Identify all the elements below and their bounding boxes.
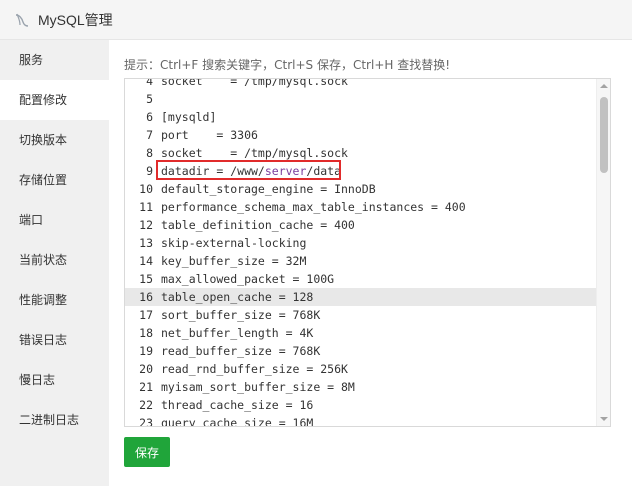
mysql-logo-icon	[12, 10, 32, 30]
window-title: MySQL管理	[38, 11, 113, 28]
line-number: 14	[139, 254, 153, 268]
config-editor[interactable]: 4 socket = /tmp/mysql.sock 5 6 [mysqld] 7p…	[124, 78, 611, 427]
sidebar-item-switch-version[interactable]: 切换版本	[0, 120, 109, 160]
line-number: 22	[139, 398, 153, 412]
shortcut-hint: 提示：Ctrl+F 搜索关键字，Ctrl+S 保存，Ctrl+H 查找替换!	[124, 58, 451, 72]
code-line-active[interactable]: 16 table_open_cache = 128	[125, 288, 610, 306]
line-number: 15	[139, 272, 153, 286]
line-text[interactable]: port = 3306	[161, 126, 610, 144]
code-line[interactable]: 19 read_buffer_size = 768K	[125, 342, 610, 360]
line-text[interactable]: datadir = /www/server/data	[156, 160, 610, 180]
datadir-path-segment: server	[264, 164, 307, 178]
sidebar-item-performance[interactable]: 性能调整	[0, 280, 109, 320]
scroll-down-arrow-icon[interactable]	[597, 412, 610, 426]
code-line[interactable]: 12 table_definition_cache = 400	[125, 216, 610, 234]
line-number: 18	[139, 326, 153, 340]
line-text[interactable]: myisam_sort_buffer_size = 8M	[161, 378, 610, 396]
line-text[interactable]: table_definition_cache = 400	[161, 216, 610, 234]
sidebar-item-status[interactable]: 当前状态	[0, 240, 109, 280]
line-text[interactable]: performance_schema_max_table_instances =…	[161, 198, 610, 216]
code-line[interactable]: 13 skip-external-locking	[125, 234, 610, 252]
line-text[interactable]: read_rnd_buffer_size = 256K	[161, 360, 610, 378]
code-line[interactable]: 8 socket = /tmp/mysql.sock	[125, 144, 610, 162]
code-line[interactable]: 23 query_cache_size = 16M	[125, 414, 610, 427]
line-text[interactable]: skip-external-locking	[161, 234, 610, 252]
line-text[interactable]: max_allowed_packet = 100G	[161, 270, 610, 288]
line-text[interactable]: [mysqld]	[161, 108, 610, 126]
code-line[interactable]: 4 socket = /tmp/mysql.sock	[125, 78, 610, 90]
line-text[interactable]: net_buffer_length = 4K	[161, 324, 610, 342]
line-number: 11	[139, 200, 153, 214]
line-text[interactable]: thread_cache_size = 16	[161, 396, 610, 414]
code-line[interactable]: 14 key_buffer_size = 32M	[125, 252, 610, 270]
sidebar-item-binlog[interactable]: 二进制日志	[0, 400, 109, 440]
save-button[interactable]: 保存	[124, 437, 170, 467]
line-number: 21	[139, 380, 153, 394]
line-number: 19	[139, 344, 153, 358]
code-line[interactable]: 15 max_allowed_packet = 100G	[125, 270, 610, 288]
sidebar-item-error-log[interactable]: 错误日志	[0, 320, 109, 360]
line-number: 7	[146, 128, 153, 142]
code-line[interactable]: 17 sort_buffer_size = 768K	[125, 306, 610, 324]
line-number: 8	[146, 146, 153, 160]
sidebar-item-storage-location[interactable]: 存储位置	[0, 160, 109, 200]
line-number: 5	[146, 92, 153, 106]
main-panel: 提示：Ctrl+F 搜索关键字，Ctrl+S 保存，Ctrl+H 查找替换! 4…	[109, 40, 632, 486]
datadir-key: datadir = /www/	[161, 164, 265, 178]
line-text[interactable]	[161, 90, 610, 108]
line-number: 12	[139, 218, 153, 232]
line-text[interactable]: default_storage_engine = InnoDB	[161, 180, 610, 198]
sidebar-item-slow-log[interactable]: 慢日志	[0, 360, 109, 400]
code-line[interactable]: 22 thread_cache_size = 16	[125, 396, 610, 414]
code-line[interactable]: 10 default_storage_engine = InnoDB	[125, 180, 610, 198]
code-line[interactable]: 6 [mysqld]	[125, 108, 610, 126]
code-line-datadir[interactable]: 9 datadir = /www/server/data	[125, 160, 610, 180]
line-text[interactable]: query_cache_size = 16M	[161, 414, 610, 426]
line-number: 16	[139, 290, 153, 304]
line-text[interactable]: socket = /tmp/mysql.sock	[161, 79, 610, 90]
code-line[interactable]: 11 performance_schema_max_table_instances…	[125, 198, 610, 216]
code-line[interactable]: 20 read_rnd_buffer_size = 256K	[125, 360, 610, 378]
line-text[interactable]: sort_buffer_size = 768K	[161, 306, 610, 324]
sidebar: 服务 配置修改 切换版本 存储位置 端口 当前状态 性能调整 错误日志 慢日志 …	[0, 40, 109, 486]
sidebar-item-config[interactable]: 配置修改	[0, 80, 109, 120]
editor-scrollbar[interactable]	[596, 79, 610, 426]
line-text[interactable]: table_open_cache = 128	[161, 288, 610, 306]
sidebar-item-port[interactable]: 端口	[0, 200, 109, 240]
sidebar-item-service[interactable]: 服务	[0, 40, 109, 80]
code-line[interactable]: 5	[125, 90, 610, 108]
line-number: 10	[139, 182, 153, 196]
title-bar: MySQL管理	[0, 0, 632, 40]
line-number: 9	[146, 164, 153, 178]
scroll-up-arrow-icon[interactable]	[597, 79, 610, 93]
code-area[interactable]: 4 socket = /tmp/mysql.sock 5 6 [mysqld] 7p…	[125, 78, 610, 427]
code-line[interactable]: 21 myisam_sort_buffer_size = 8M	[125, 378, 610, 396]
line-number: 6	[146, 110, 153, 124]
line-number: 13	[139, 236, 153, 250]
line-text[interactable]: read_buffer_size = 768K	[161, 342, 610, 360]
datadir-setting[interactable]: datadir = /www/server/data	[156, 160, 342, 180]
line-text[interactable]: socket = /tmp/mysql.sock	[161, 144, 610, 162]
line-number: 20	[139, 362, 153, 376]
code-line[interactable]: 18 net_buffer_length = 4K	[125, 324, 610, 342]
line-number: 17	[139, 308, 153, 322]
line-text[interactable]: key_buffer_size = 32M	[161, 252, 610, 270]
datadir-suffix: /data	[306, 164, 342, 178]
scrollbar-thumb[interactable]	[600, 97, 608, 173]
line-number: 23	[139, 416, 153, 427]
code-line[interactable]: 7 port = 3306	[125, 126, 610, 144]
line-number: 4	[146, 78, 153, 88]
